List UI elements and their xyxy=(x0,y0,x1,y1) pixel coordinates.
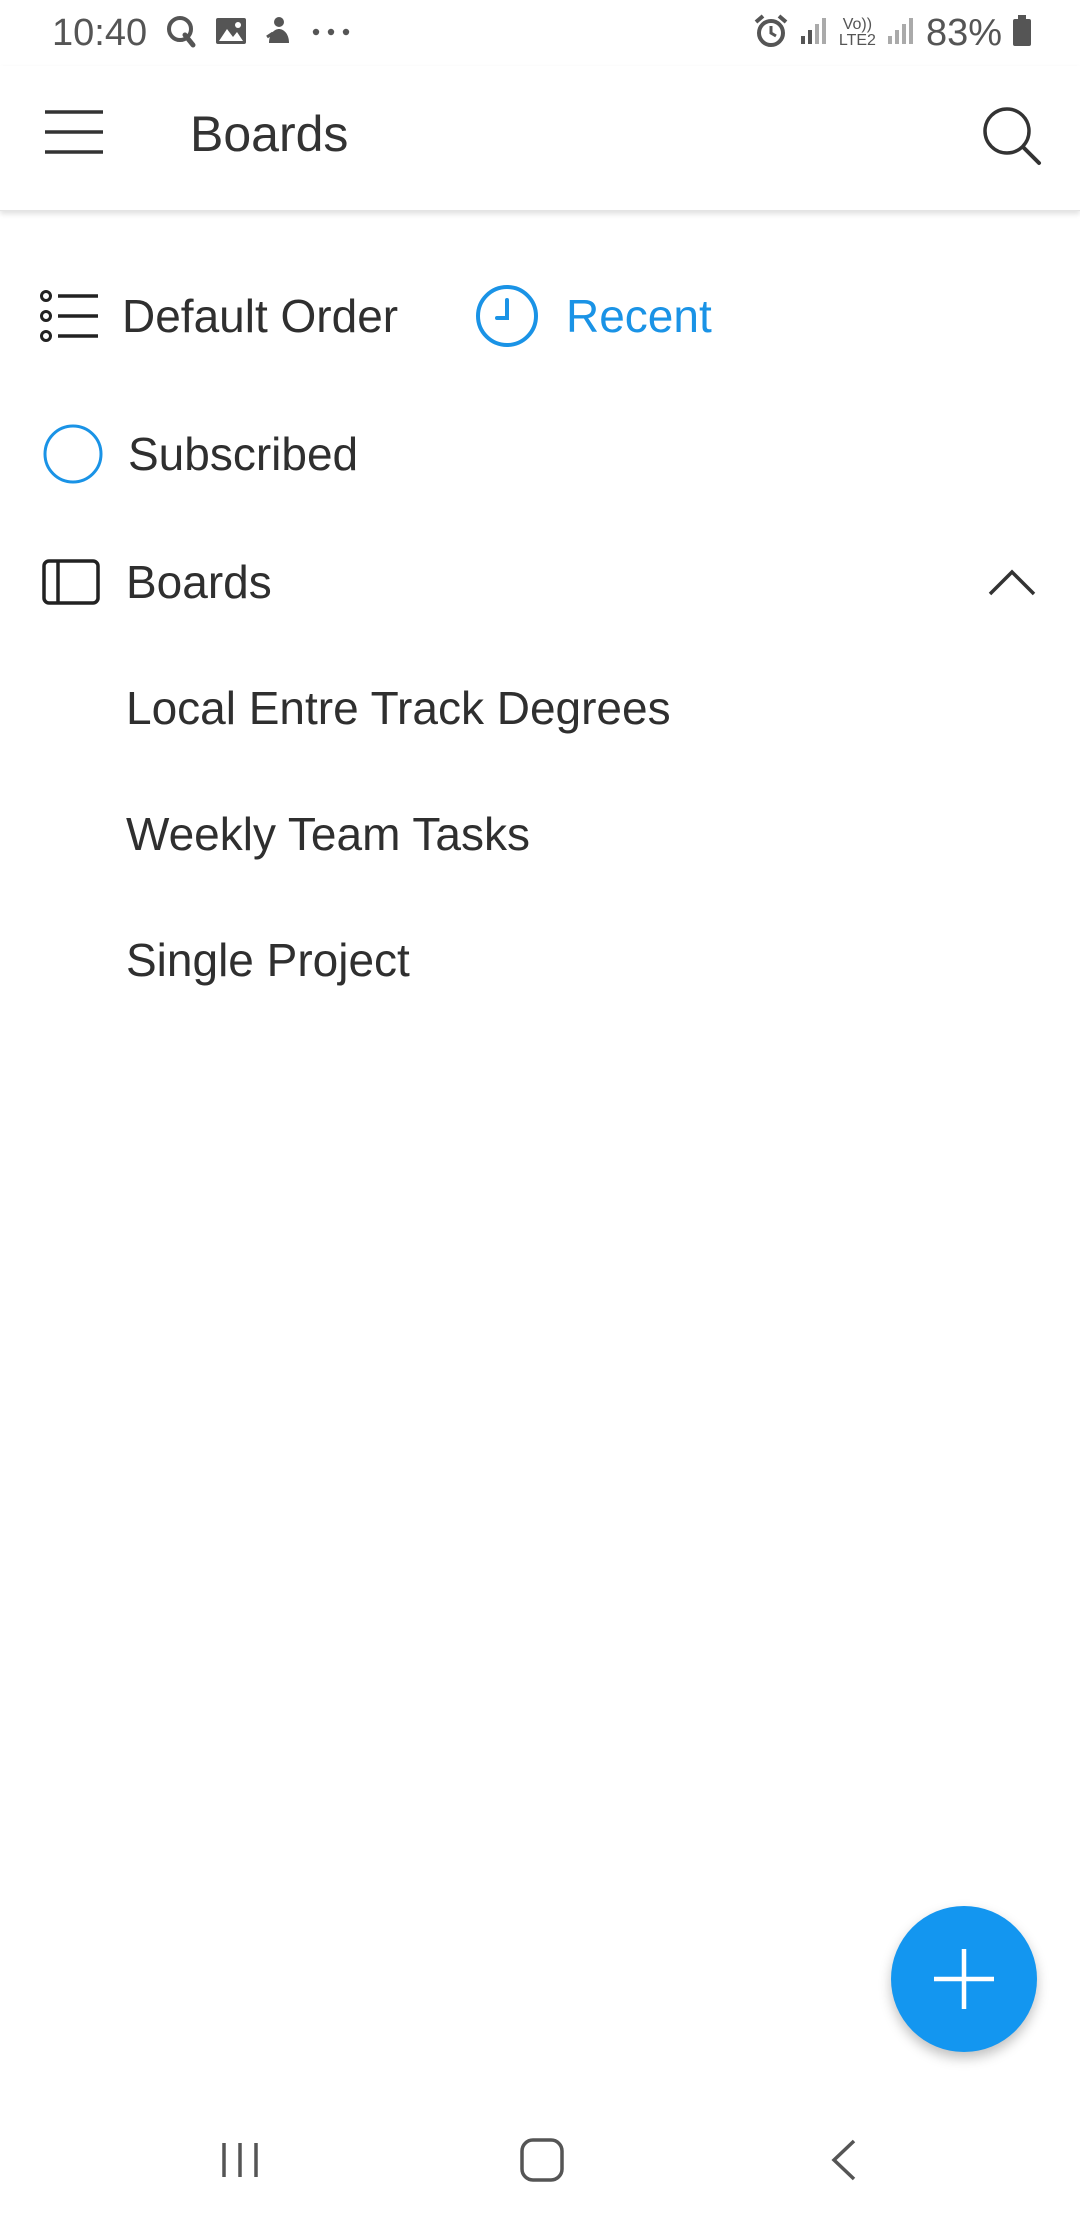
recents-icon xyxy=(218,2140,262,2180)
status-time: 10:40 xyxy=(52,12,148,54)
battery-percentage: 83% xyxy=(925,12,1002,54)
home-button[interactable] xyxy=(502,2130,582,2190)
chevron-up-icon[interactable] xyxy=(982,554,1042,610)
back-icon xyxy=(829,2138,859,2182)
volte-icon: Vo)) LTE2 xyxy=(839,17,876,49)
sort-recent[interactable]: Recent xyxy=(474,280,712,352)
sort-default-order[interactable]: Default Order xyxy=(40,280,398,352)
search-icon xyxy=(981,105,1043,172)
board-item[interactable]: Single Project xyxy=(126,930,410,990)
subscribed-filter[interactable]: Subscribed xyxy=(42,418,358,490)
hamburger-menu-icon xyxy=(43,108,105,161)
sort-default-label: Default Order xyxy=(122,290,399,342)
back-button[interactable] xyxy=(804,2130,884,2190)
more-dots-icon xyxy=(311,24,351,42)
notification-icon xyxy=(265,15,293,52)
lte-label: LTE2 xyxy=(838,32,876,49)
clock-icon xyxy=(474,283,540,349)
sort-recent-label: Recent xyxy=(566,290,712,342)
plus-icon xyxy=(931,1946,997,2012)
system-nav-bar xyxy=(0,2100,1080,2220)
add-board-button[interactable] xyxy=(891,1906,1037,2052)
signal-icon xyxy=(886,16,916,51)
menu-button[interactable] xyxy=(26,96,122,172)
status-bar: 10:40 Vo)) LTE2 83% xyxy=(0,0,1080,66)
signal-icon xyxy=(799,16,829,51)
circle-icon xyxy=(42,423,104,485)
q-app-icon xyxy=(165,14,197,53)
battery-icon xyxy=(1012,14,1032,52)
image-icon xyxy=(215,16,247,51)
recents-button[interactable] xyxy=(200,2130,280,2190)
app-bar: Boards xyxy=(0,66,1080,211)
alarm-icon xyxy=(753,13,789,54)
list-order-icon xyxy=(40,290,100,342)
search-button[interactable] xyxy=(972,98,1052,178)
board-item[interactable]: Local Entre Track Degrees xyxy=(126,678,671,738)
boards-section-header[interactable]: Boards xyxy=(42,546,1042,618)
status-right: Vo)) LTE2 83% xyxy=(753,8,1032,58)
board-icon xyxy=(42,559,100,605)
boards-section-label: Boards xyxy=(126,556,272,608)
board-item[interactable]: Weekly Team Tasks xyxy=(126,804,530,864)
home-icon xyxy=(519,2137,565,2183)
volte-label: Vo)) xyxy=(842,16,873,33)
status-left-icons xyxy=(165,10,351,56)
subscribed-label: Subscribed xyxy=(128,428,359,480)
page-title: Boards xyxy=(190,106,349,162)
